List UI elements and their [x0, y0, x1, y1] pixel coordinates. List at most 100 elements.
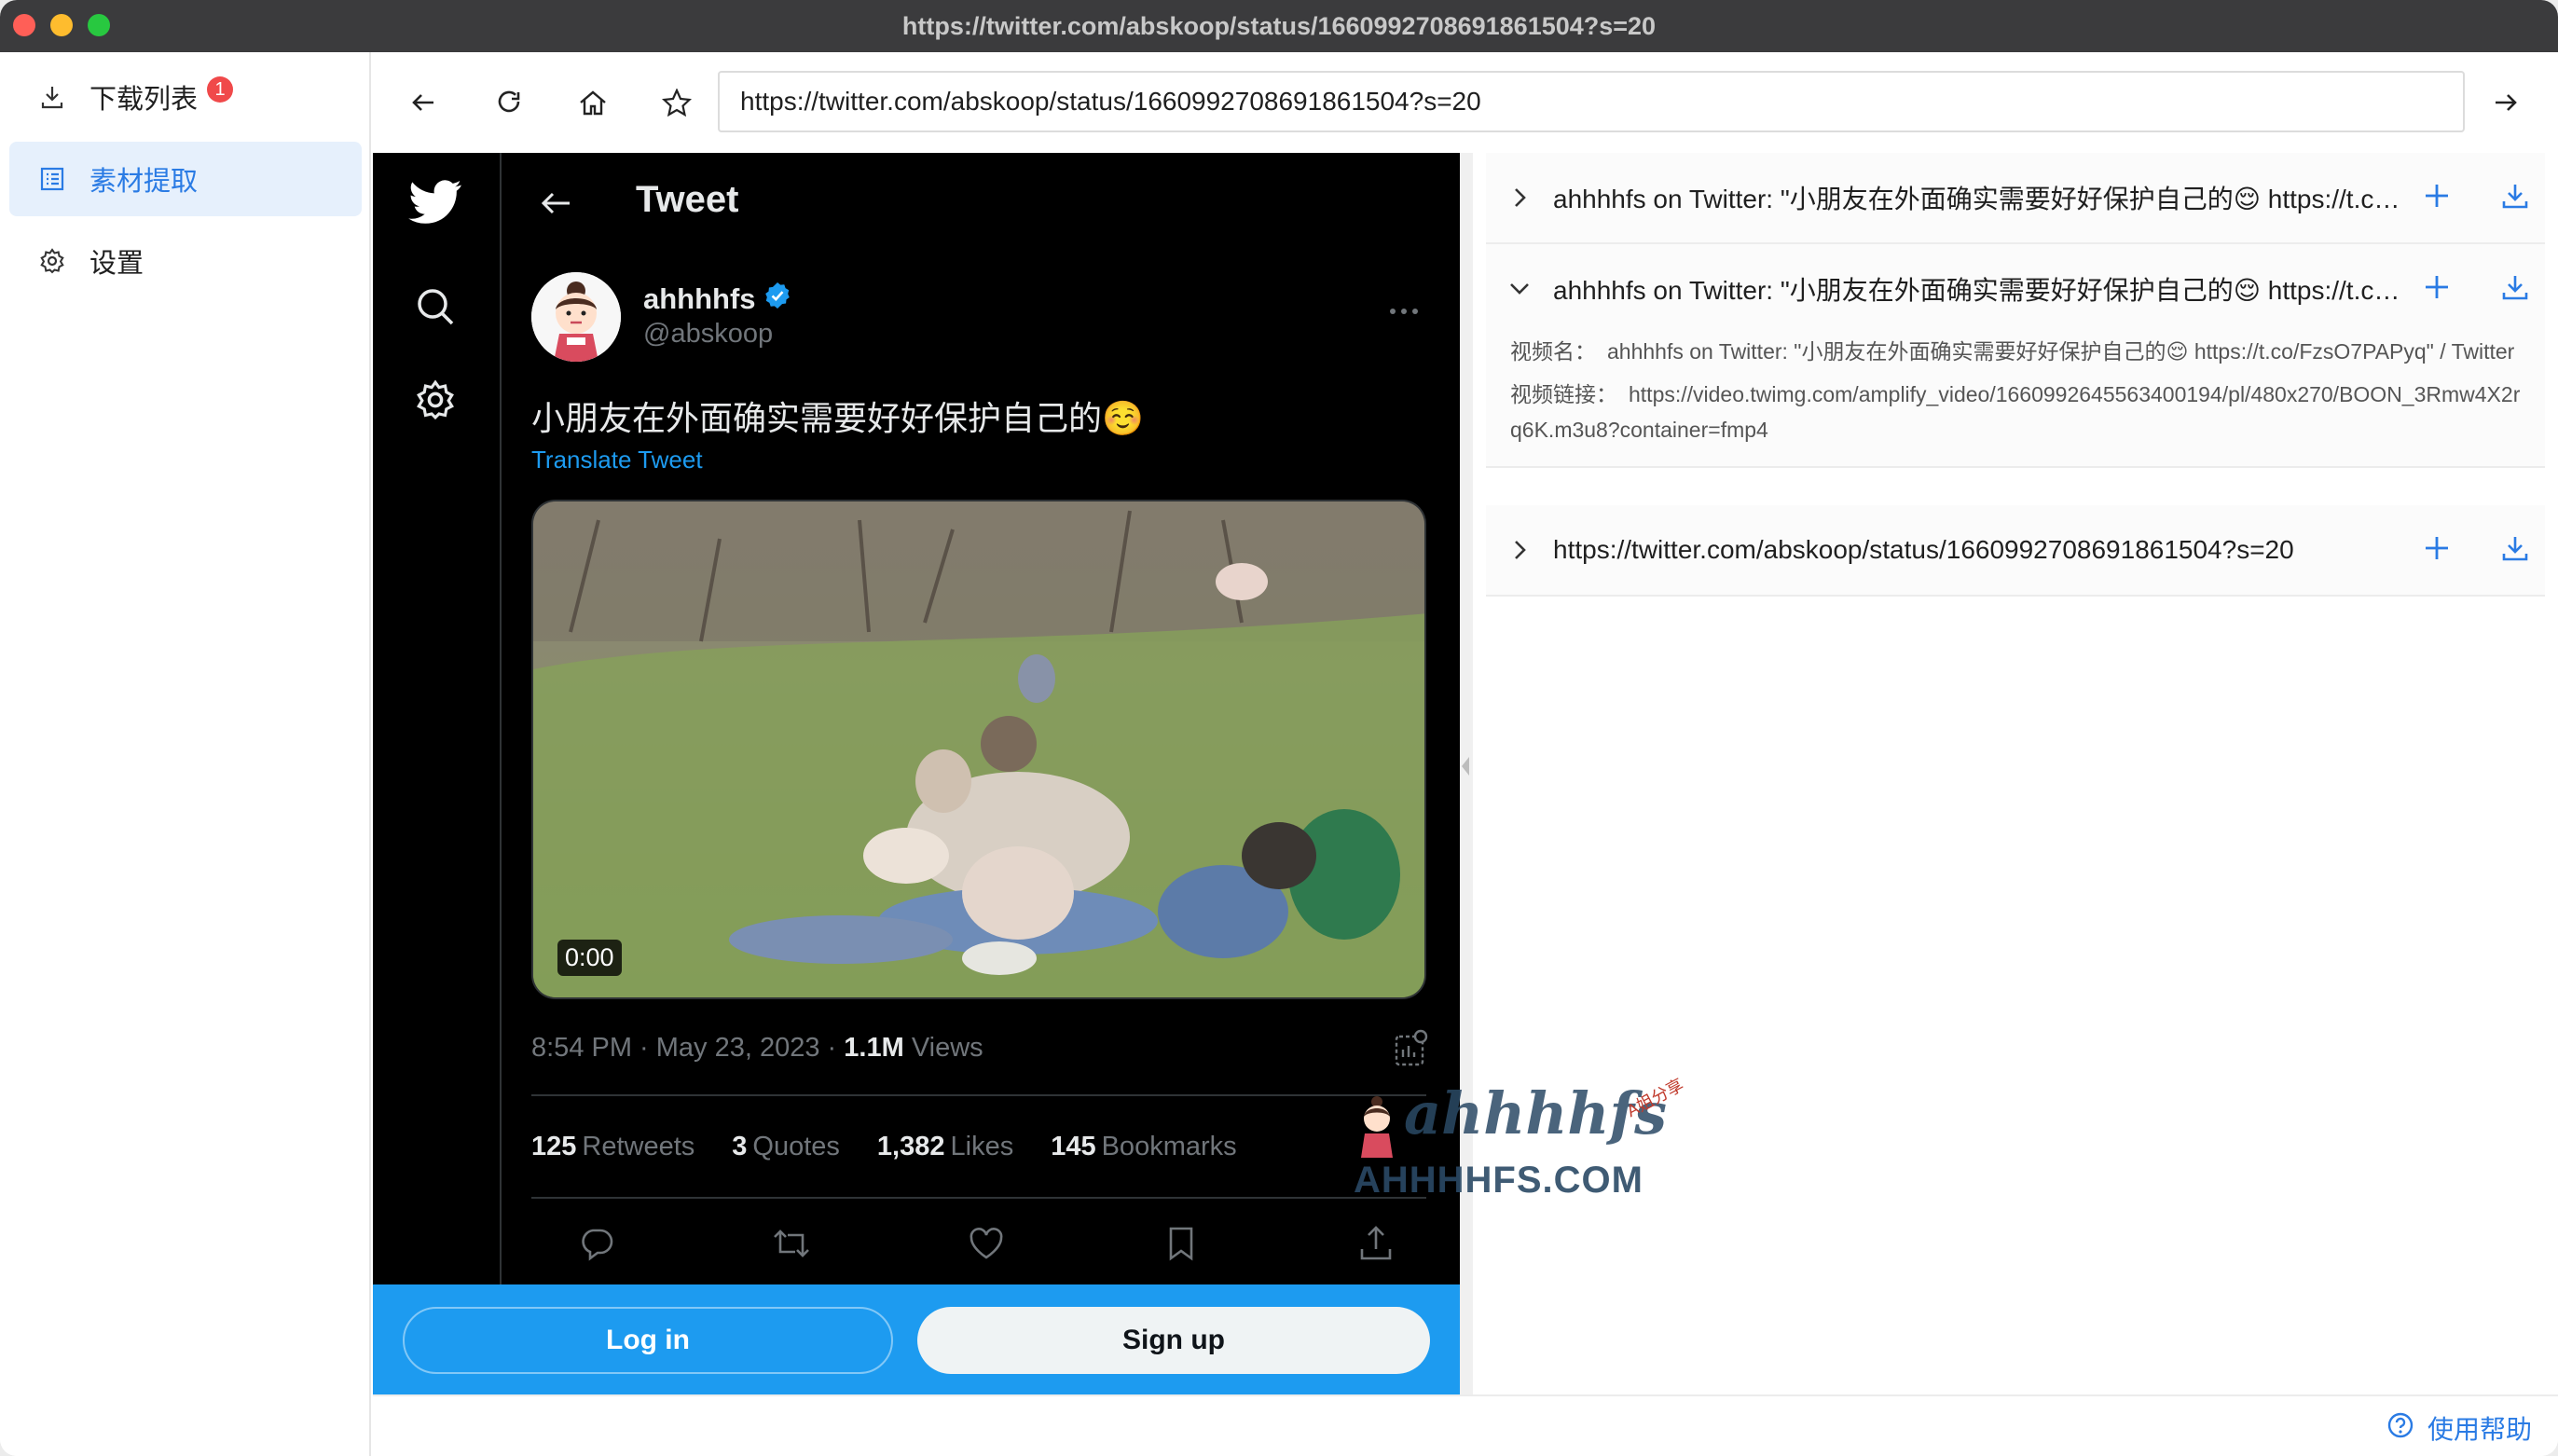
- download-icon[interactable]: [2498, 531, 2532, 565]
- avatar[interactable]: [531, 272, 621, 362]
- login-bar: Log in Sign up: [373, 1284, 1460, 1394]
- tweet-stats: 125 Retweets 3 Quotes 1,382 Likes 145 Bookma…: [531, 1132, 1237, 1162]
- chevron-right-icon[interactable]: [1506, 185, 1533, 211]
- chevron-down-icon[interactable]: [1506, 276, 1533, 302]
- result-item: https://twitter.com/abskoop/status/16609…: [1486, 505, 2545, 597]
- video-link-value[interactable]: https://video.twimg.com/amplify_video/16…: [1510, 382, 2520, 442]
- result-item: ahhhhfs on Twitter: "小朋友在外面确实需要好好保护自己的😌 …: [1486, 153, 2545, 244]
- tweet-video[interactable]: 0:00: [531, 500, 1426, 999]
- status-bar: 使用帮助: [373, 1394, 2558, 1456]
- tweet-view: Tweet ahhhhfs @abskoop 小朋友在外面确实需要好好保护自己的…: [502, 153, 1460, 1284]
- login-button[interactable]: Log in: [403, 1307, 893, 1374]
- video-name-row: 视频名： ahhhhfs on Twitter: "小朋友在外面确实需要好好保护自…: [1510, 334, 2526, 369]
- tweet-header-title: Tweet: [636, 179, 739, 220]
- views-count: 1.1M: [844, 1033, 904, 1063]
- bookmarks-stat[interactable]: 145 Bookmarks: [1051, 1132, 1236, 1162]
- reload-button[interactable]: [483, 76, 535, 129]
- download-icon[interactable]: [2498, 179, 2532, 213]
- tweet-text: 小朋友在外面确实需要好好保护自己的☺️: [531, 399, 1144, 437]
- views-label: Views: [903, 1033, 983, 1063]
- url-field[interactable]: https://twitter.com/abskoop/status/16609…: [718, 71, 2465, 132]
- bookmark-button[interactable]: [651, 76, 703, 129]
- maximize-window-button[interactable]: [88, 14, 110, 36]
- twitter-nav-rail: [373, 153, 502, 1284]
- reload-icon: [498, 90, 520, 113]
- splitter-handle[interactable]: [1460, 153, 1473, 1394]
- count-badge: 1: [207, 76, 234, 103]
- sidebar-item-extract[interactable]: 素材提取: [9, 142, 362, 216]
- likes-stat[interactable]: 1,382 Likes: [877, 1132, 1013, 1162]
- tweet-time[interactable]: 8:54 PM · May 23, 2023 ·: [531, 1033, 844, 1063]
- share-icon[interactable]: [1355, 1223, 1396, 1264]
- tweet-author[interactable]: ahhhhfs: [643, 282, 791, 317]
- video-name-label: 视频名：: [1510, 339, 1596, 364]
- divider: [531, 1094, 1426, 1096]
- download-icon[interactable]: [2498, 270, 2532, 304]
- video-timestamp: 0:00: [557, 940, 622, 976]
- tweet-back-button[interactable]: [529, 177, 582, 229]
- close-window-button[interactable]: [13, 14, 35, 36]
- mascot-icon: [1361, 1096, 1393, 1158]
- like-icon[interactable]: [966, 1223, 1007, 1264]
- sidebar-item-settings[interactable]: 设置: [9, 224, 362, 298]
- gear-icon[interactable]: [405, 369, 466, 431]
- back-button[interactable]: [397, 76, 449, 129]
- home-icon: [580, 90, 606, 116]
- video-thumbnail: [533, 501, 1424, 997]
- watermark-domain: AHHHHFS.COM: [1354, 1160, 1643, 1201]
- download-icon: [37, 82, 67, 112]
- help-label: 使用帮助: [2427, 1415, 2532, 1444]
- star-icon: [662, 89, 692, 117]
- title-bar: https://twitter.com/abskoop/status/16609…: [0, 0, 2558, 52]
- sidebar-item-downloads[interactable]: 下载列表 1: [9, 60, 362, 134]
- arrow-right-icon: [2496, 94, 2517, 111]
- result-title[interactable]: ahhhhfs on Twitter: "小朋友在外面确实需要好好保护自己的😌 …: [1553, 270, 2401, 308]
- result-detail: 视频名： ahhhhfs on Twitter: "小朋友在外面确实需要好好保护自…: [1486, 334, 2545, 466]
- signup-button[interactable]: Sign up: [917, 1307, 1430, 1374]
- result-title[interactable]: https://twitter.com/abskoop/status/16609…: [1553, 535, 2401, 565]
- window-title: https://twitter.com/abskoop/status/16609…: [901, 11, 1657, 40]
- gear-icon: [37, 246, 67, 276]
- sidebar-item-label: 素材提取: [89, 167, 199, 197]
- result-title[interactable]: ahhhhfs on Twitter: "小朋友在外面确实需要好好保护自己的😌 …: [1553, 179, 2401, 216]
- reply-icon[interactable]: [576, 1223, 617, 1264]
- minimize-window-button[interactable]: [50, 14, 73, 36]
- extract-results-panel: ahhhhfs on Twitter: "小朋友在外面确实需要好好保护自己的😌 …: [1473, 153, 2558, 1394]
- chevron-right-icon[interactable]: [1506, 537, 1533, 563]
- video-link-row: 视频链接： https://video.twimg.com/amplify_vid…: [1510, 377, 2526, 447]
- add-icon[interactable]: [2420, 531, 2454, 565]
- add-icon[interactable]: [2420, 270, 2454, 304]
- verified-badge-icon: [763, 282, 791, 317]
- search-icon[interactable]: [405, 276, 466, 337]
- list-icon: [37, 164, 67, 194]
- video-link-label: 视频链接：: [1510, 382, 1617, 406]
- tweet-meta: 8:54 PM · May 23, 2023 · 1.1M Views: [531, 1033, 983, 1064]
- bookmark-icon[interactable]: [1161, 1223, 1202, 1264]
- app-window: https://twitter.com/abskoop/status/16609…: [0, 0, 2558, 1456]
- arrow-left-icon: [412, 94, 433, 111]
- help-link[interactable]: 使用帮助: [2386, 1409, 2532, 1447]
- more-options-icon[interactable]: [1385, 293, 1423, 330]
- retweet-icon[interactable]: [771, 1223, 812, 1264]
- author-handle[interactable]: @abskoop: [643, 319, 773, 350]
- sidebar-item-label: 设置: [89, 249, 144, 279]
- analytics-icon[interactable]: [1393, 1029, 1430, 1070]
- add-icon[interactable]: [2420, 179, 2454, 213]
- retweets-stat[interactable]: 125 Retweets: [531, 1132, 695, 1162]
- divider: [531, 1197, 1426, 1199]
- watermark-logo-text: ahhhhfs: [1404, 1079, 1668, 1147]
- arrow-left-icon: [541, 192, 570, 214]
- tweet-actions: [576, 1223, 1396, 1264]
- video-name-value: ahhhhfs on Twitter: "小朋友在外面确实需要好好保护自己的😌 …: [1607, 339, 2515, 364]
- browser-toolbar: https://twitter.com/abskoop/status/16609…: [373, 52, 2558, 153]
- help-icon: [2386, 1411, 2414, 1446]
- translate-tweet-link[interactable]: Translate Tweet: [531, 446, 703, 474]
- go-button[interactable]: [2480, 76, 2532, 129]
- window-controls: [13, 14, 110, 36]
- twitter-bird-icon[interactable]: [405, 172, 466, 233]
- sidebar: 下载列表 1 素材提取 设置: [0, 52, 371, 1456]
- quotes-stat[interactable]: 3 Quotes: [732, 1132, 840, 1162]
- sidebar-item-label: 下载列表: [89, 85, 199, 115]
- display-name: ahhhhfs: [643, 282, 756, 315]
- home-button[interactable]: [567, 76, 619, 129]
